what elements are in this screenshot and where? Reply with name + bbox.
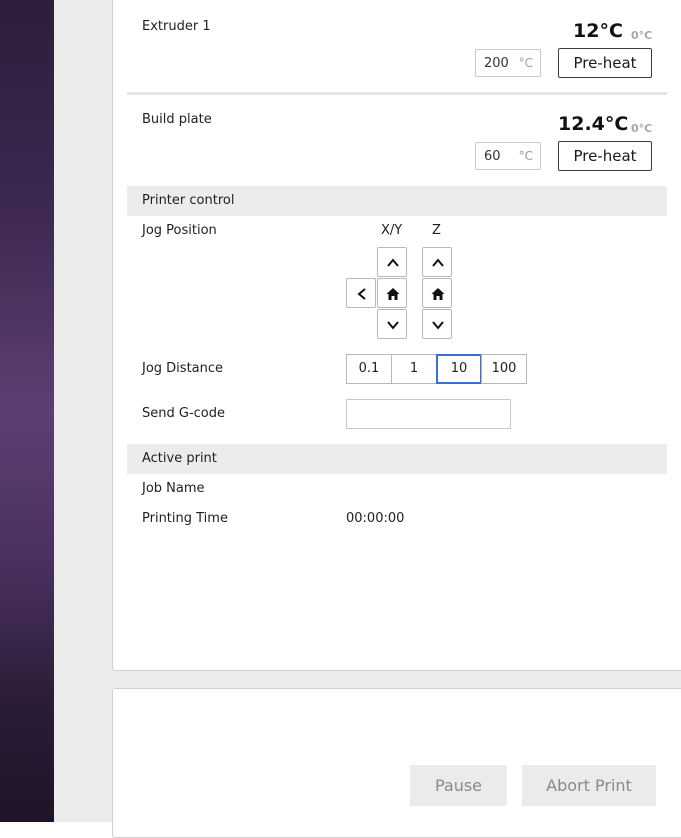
jog-distance-option-100[interactable]: 100 (481, 354, 527, 384)
active-print-title: Active print (142, 451, 217, 466)
home-icon (431, 288, 445, 300)
jog-distance-option-10[interactable]: 10 (436, 354, 482, 384)
chevron-left-icon (357, 288, 366, 300)
chevron-down-icon (432, 321, 444, 330)
printer-control-header: Printer control (127, 186, 667, 216)
jog-distance-option-1[interactable]: 1 (391, 354, 437, 384)
home-icon (386, 288, 400, 300)
extruder-target-temp: 0°C (631, 29, 653, 42)
extruder-temp-input[interactable]: 200 °C (475, 49, 541, 77)
jog-distance-label: Jog Distance (142, 361, 224, 376)
chevron-up-icon (432, 258, 444, 267)
print-actions-panel (112, 688, 681, 838)
desktop-background (0, 0, 54, 822)
extruder-temp-input-unit: °C (518, 56, 533, 70)
panel-gap (113, 671, 681, 688)
send-gcode-label: Send G-code (142, 406, 225, 421)
z-axis-label: Z (432, 223, 441, 238)
divider (127, 92, 667, 95)
build-plate-current-temp: 12.4°C (558, 113, 629, 135)
jog-y-down-button[interactable] (377, 309, 407, 339)
send-gcode-input[interactable] (346, 399, 511, 429)
chevron-down-icon (387, 321, 399, 330)
jog-z-home-button[interactable] (422, 278, 452, 308)
active-print-header: Active print (127, 444, 667, 474)
build-plate-preheat-button[interactable]: Pre-heat (558, 141, 652, 171)
extruder-label: Extruder 1 (142, 19, 211, 34)
build-plate-temp-input-unit: °C (518, 149, 533, 163)
printer-control-title: Printer control (142, 193, 235, 208)
extruder-temp-input-value: 200 (484, 56, 509, 71)
jog-distance-option-0-1[interactable]: 0.1 (346, 354, 392, 384)
build-plate-temp-input[interactable]: 60 °C (475, 142, 541, 170)
jog-z-down-button[interactable] (422, 309, 452, 339)
jog-position-label: Jog Position (142, 223, 217, 238)
xy-axis-label: X/Y (381, 223, 403, 238)
printing-time-label: Printing Time (142, 511, 228, 526)
build-plate-target-temp: 0°C (631, 122, 653, 135)
printing-time-value: 00:00:00 (346, 511, 405, 526)
jog-x-left-button[interactable] (346, 278, 376, 308)
pause-button[interactable]: Pause (410, 765, 507, 806)
jog-y-up-button[interactable] (377, 247, 407, 277)
build-plate-label: Build plate (142, 112, 212, 127)
extruder-preheat-button[interactable]: Pre-heat (558, 48, 652, 78)
chevron-up-icon (387, 258, 399, 267)
job-name-label: Job Name (142, 481, 205, 496)
window-background (54, 0, 113, 822)
extruder-current-temp: 12°C (573, 20, 623, 42)
jog-xy-home-button[interactable] (377, 278, 407, 308)
build-plate-temp-input-value: 60 (484, 149, 501, 164)
jog-z-up-button[interactable] (422, 247, 452, 277)
abort-print-button[interactable]: Abort Print (522, 765, 656, 806)
